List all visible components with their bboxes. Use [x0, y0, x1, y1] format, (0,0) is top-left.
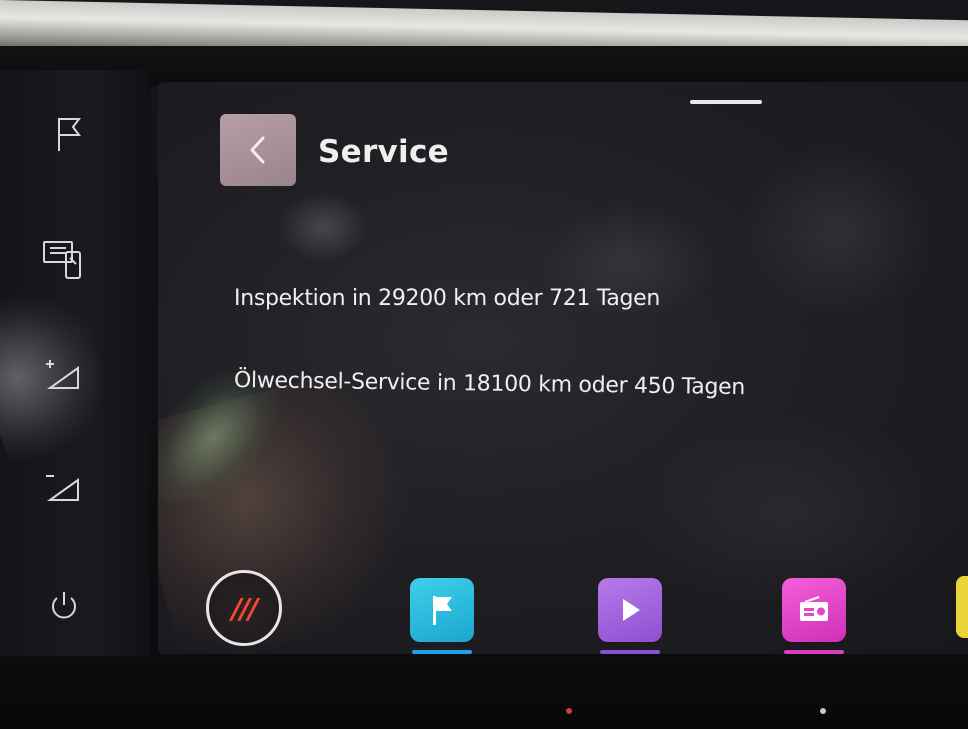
main-menu-button[interactable]: /// [206, 570, 282, 646]
glass-smudge [738, 142, 938, 322]
flag-icon [58, 118, 81, 151]
menu-glyph: /// [231, 591, 259, 625]
side-button-strip [0, 70, 150, 680]
drag-handle[interactable] [690, 100, 762, 104]
bezel-reflection [820, 708, 826, 714]
media-underline [600, 650, 660, 654]
glass-smudge [278, 192, 368, 262]
chevron-left-icon [250, 136, 265, 164]
radio-icon [800, 596, 828, 621]
volume-up-icon [46, 360, 79, 389]
side-phone-mirror-button[interactable] [42, 238, 88, 282]
dock-media-button[interactable] [598, 578, 662, 642]
infotainment-display: Service Inspektion in 29200 km oder 721 … [158, 82, 968, 654]
bezel-reflection [566, 708, 572, 714]
volume-down-icon [46, 475, 79, 501]
power-icon [52, 592, 76, 619]
dock-radio-button[interactable] [782, 578, 846, 642]
navigation-underline [412, 650, 472, 654]
side-volume-down-button[interactable] [44, 466, 84, 506]
side-power-button[interactable] [44, 586, 84, 626]
dock-phone-button[interactable] [956, 576, 968, 638]
hand-reflection [158, 362, 436, 654]
page-title: Service [318, 134, 449, 170]
photo-frame: Service Inspektion in 29200 km oder 721 … [0, 0, 968, 729]
inspection-service-info: Inspektion in 29200 km oder 721 Tagen [234, 286, 661, 311]
oil-change-service-info: Ölwechsel-Service in 18100 km oder 450 T… [233, 368, 746, 401]
bottom-bezel [0, 656, 968, 729]
side-flag-button[interactable] [48, 114, 88, 154]
media-play-icon [623, 599, 640, 621]
back-button[interactable] [220, 114, 296, 186]
dock-navigation-button[interactable] [410, 578, 474, 642]
phone-mirror-icon [43, 241, 81, 279]
navigation-flag-icon [433, 596, 452, 625]
radio-underline [784, 650, 844, 654]
side-volume-up-button[interactable] [44, 354, 84, 394]
